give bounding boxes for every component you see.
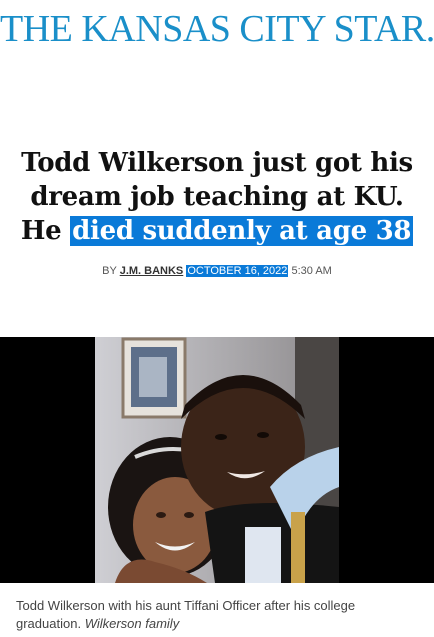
headline-highlighted-text: died suddenly at age 38 (70, 216, 414, 246)
masthead-logo[interactable]: THE KANSAS CITY STAR. (0, 8, 434, 50)
masthead-title: THE KANSAS CITY STAR. (0, 8, 434, 50)
photo-illustration (95, 337, 339, 583)
article-photo-frame (0, 337, 434, 583)
article-headline: Todd Wilkerson just got his dream job te… (6, 146, 428, 248)
article-photo[interactable] (95, 337, 339, 583)
byline: BY J.M. BANKS OCTOBER 16, 2022 5:30 AM (0, 263, 434, 279)
byline-prefix: BY (102, 265, 117, 277)
publish-date: OCTOBER 16, 2022 (186, 265, 289, 277)
caption-text: Todd Wilkerson with his aunt Tiffani Off… (16, 598, 356, 631)
photo-caption: Todd Wilkerson with his aunt Tiffani Off… (16, 597, 420, 633)
publish-time: 5:30 AM (291, 265, 332, 277)
photo-credit: Wilkerson family (84, 616, 180, 631)
author-link[interactable]: J.M. BANKS (120, 265, 184, 277)
